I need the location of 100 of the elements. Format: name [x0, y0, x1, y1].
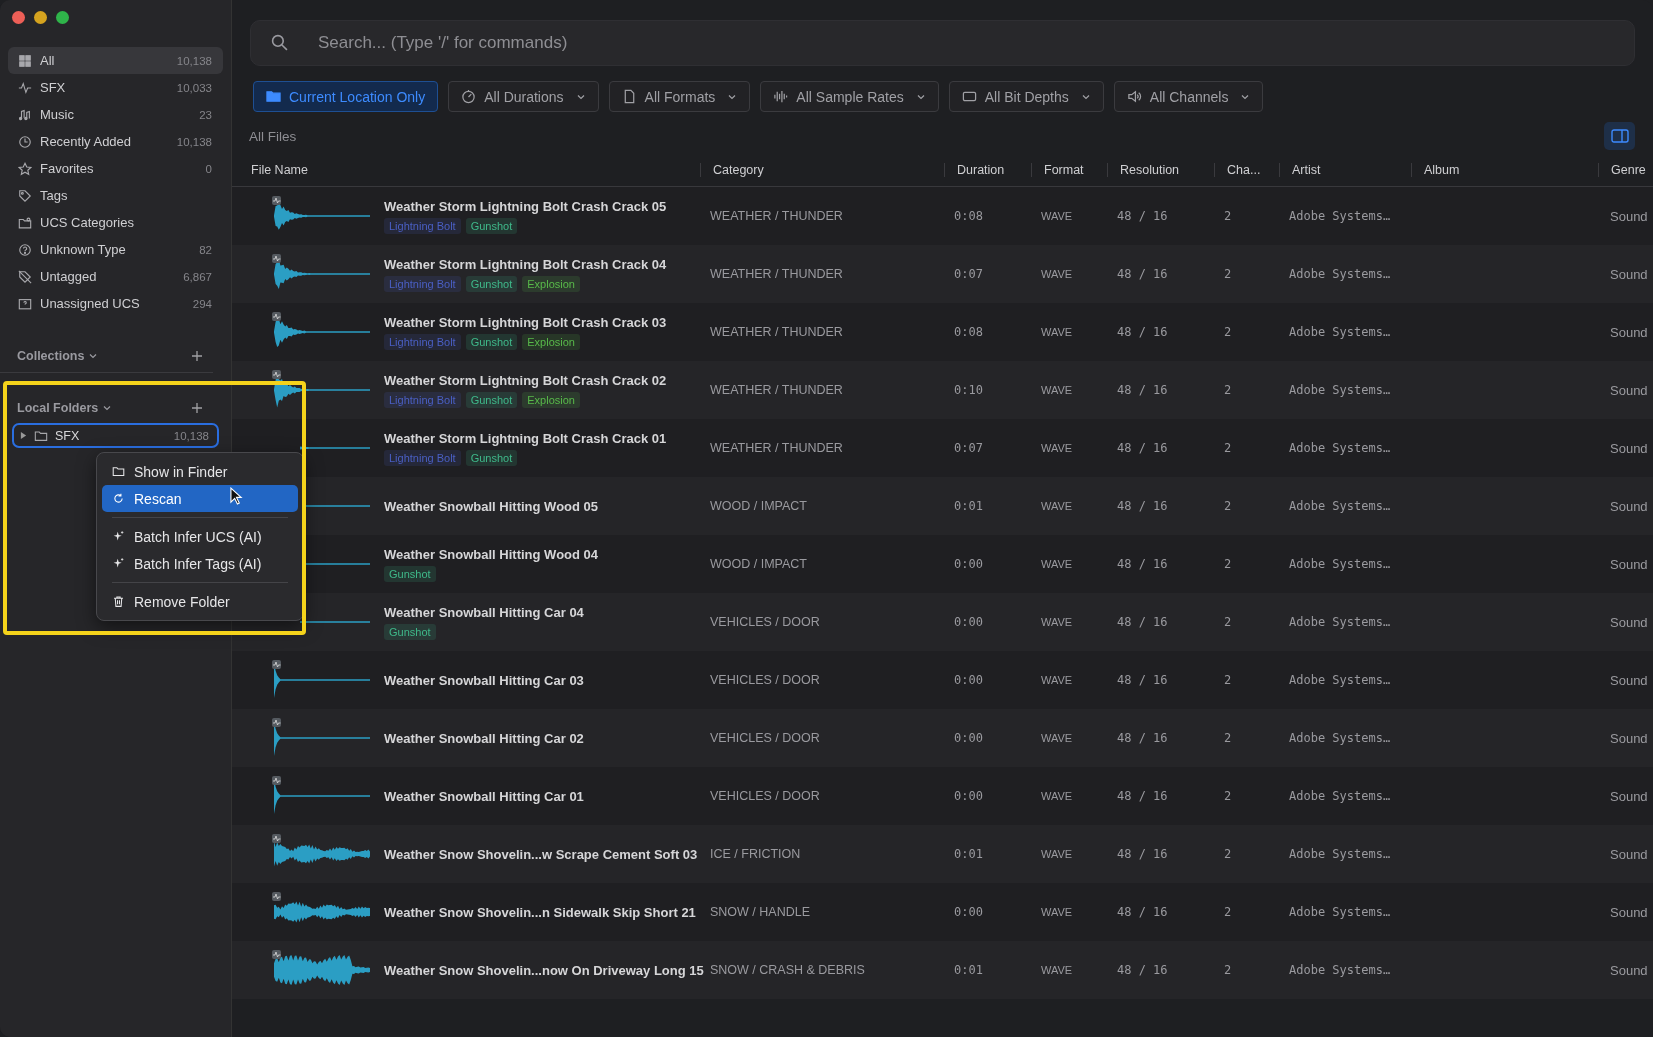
file-name: Weather Snow Shovelin...n Sidewalk Skip Short 21 — [384, 904, 696, 920]
table-cell-text: 2 — [1223, 789, 1233, 803]
table-cell-text: WAVE — [1040, 500, 1074, 512]
tag-chip: Gunshot — [465, 275, 518, 292]
filter-button[interactable]: All Durations — [448, 81, 599, 112]
filter-button[interactable]: All Channels — [1113, 81, 1264, 112]
sidebar-item[interactable]: Tags — [8, 182, 223, 209]
table-cell-text: 0:08 — [953, 209, 984, 223]
table-cell-text: WAVE — [1040, 268, 1074, 280]
table-cell-text: Adobe Systems… — [1288, 267, 1392, 281]
column-header[interactable]: Resolution — [1107, 163, 1214, 177]
minimize-window-button[interactable] — [34, 11, 47, 24]
table-cell-text: Sound — [1609, 788, 1649, 804]
file-name: Weather Storm Lightning Bolt Crash Crack 04 — [384, 256, 667, 272]
folder-question-icon — [18, 296, 32, 311]
table-cell-text: 0:00 — [953, 789, 984, 803]
sidebar-item[interactable]: Music 23 — [8, 101, 223, 128]
table-cell-text: 2 — [1223, 847, 1233, 861]
folder-icon — [112, 465, 125, 478]
table-cell-text: Adobe Systems… — [1288, 325, 1392, 339]
table-cell-text: 0:10 — [953, 383, 984, 397]
sparkle-icon — [112, 530, 125, 543]
menu-item[interactable]: Batch Infer Tags (AI) — [102, 550, 298, 577]
table-cell-text: Adobe Systems… — [1288, 383, 1392, 397]
column-header[interactable]: Artist — [1279, 163, 1411, 177]
table-cell-text: Sound — [1609, 846, 1649, 862]
table-cell-text: WEATHER / THUNDER — [709, 209, 844, 223]
table-cell-text: 48 / 16 — [1116, 209, 1169, 223]
menu-item[interactable]: Batch Infer UCS (AI) — [102, 523, 298, 550]
table-cell-text: 0:00 — [953, 615, 984, 629]
table-cell-text: 2 — [1223, 383, 1233, 397]
column-header[interactable]: File Name — [232, 163, 700, 177]
table-cell-text: 2 — [1223, 325, 1233, 339]
close-window-button[interactable] — [12, 11, 25, 24]
filter-button[interactable]: All Bit Depths — [948, 81, 1104, 112]
table-cell-text: 0:01 — [953, 499, 984, 513]
table-cell-text: Adobe Systems… — [1288, 731, 1392, 745]
menu-item[interactable]: Show in Finder — [102, 458, 298, 485]
question-icon — [18, 242, 32, 257]
sidebar-item[interactable]: Untagged 6,867 — [8, 263, 223, 290]
speaker-icon — [1126, 89, 1142, 104]
table-cell-text: 0:08 — [953, 325, 984, 339]
column-header[interactable]: Format — [1031, 163, 1107, 177]
table-cell-text: 2 — [1223, 209, 1233, 223]
table-cell-text: Adobe Systems… — [1288, 209, 1392, 223]
filter-button[interactable]: All Sample Rates — [760, 81, 939, 112]
file-name: Weather Snowball Hitting Car 02 — [384, 730, 584, 746]
file-name: Weather Storm Lightning Bolt Crash Crack 05 — [384, 198, 667, 214]
table-cell-text: 48 / 16 — [1116, 325, 1169, 339]
filter-button[interactable]: Current Location Only — [253, 81, 439, 112]
table-cell-text: WAVE — [1040, 674, 1074, 686]
sidebar-item[interactable]: SFX 10,033 — [8, 74, 223, 101]
table-cell-text: WAVE — [1040, 326, 1074, 338]
clock-icon — [18, 134, 32, 149]
sidebar-item[interactable]: Recently Added 10,138 — [8, 128, 223, 155]
folder-icon — [34, 428, 48, 443]
sidebar-item[interactable]: All 10,138 — [8, 47, 223, 74]
table-cell-text: 48 / 16 — [1116, 267, 1169, 281]
tag-icon — [18, 188, 32, 203]
tag-chip: Gunshot — [465, 449, 518, 466]
table-cell-text: WOOD / IMPACT — [709, 557, 808, 571]
tag-chip: Lightning Bolt — [384, 275, 461, 292]
add-icon[interactable] — [191, 350, 203, 362]
star-icon — [18, 161, 32, 176]
search-field[interactable]: Search... (Type '/' for commands) — [250, 20, 1635, 66]
file-name: Weather Snowball Hitting Wood 04 — [384, 546, 599, 562]
local-folders-header[interactable]: Local Folders — [17, 401, 113, 415]
sidebar-item[interactable]: Favorites 0 — [8, 155, 223, 182]
menu-item[interactable]: Rescan — [102, 485, 298, 512]
column-header[interactable]: Genre — [1598, 163, 1653, 177]
table-cell-text: 2 — [1223, 963, 1233, 977]
tag-chip: Explosion — [522, 275, 580, 292]
disclosure-icon[interactable] — [20, 432, 27, 439]
collections-header[interactable]: Collections — [17, 349, 99, 363]
table-cell-text: WAVE — [1040, 616, 1074, 628]
menu-item[interactable]: Remove Folder — [102, 588, 298, 615]
column-header[interactable]: Duration — [944, 163, 1031, 177]
sidebar-item[interactable]: Unassigned UCS 294 — [8, 290, 223, 317]
table-cell-text: WAVE — [1040, 906, 1074, 918]
filter-button[interactable]: All Formats — [608, 81, 751, 112]
add-icon[interactable] — [191, 402, 203, 414]
table-cell-text: 48 / 16 — [1116, 441, 1169, 455]
table-cell-text: 0:00 — [953, 905, 984, 919]
zoom-window-button[interactable] — [56, 11, 69, 24]
chevron-icon — [102, 403, 113, 413]
sidebar-item[interactable]: UCS Categories — [8, 209, 223, 236]
column-header[interactable]: Album — [1411, 163, 1598, 177]
tag-chip: Lightning Bolt — [384, 217, 461, 234]
sidebar-item[interactable]: Unknown Type 82 — [8, 236, 223, 263]
column-header[interactable]: Cha... — [1214, 163, 1279, 177]
table-cell-text: Sound — [1609, 672, 1649, 688]
table-cell-text: WAVE — [1040, 964, 1074, 976]
table-cell-text: Sound — [1609, 556, 1649, 572]
timer-icon — [461, 89, 477, 104]
sidebar-toggle-button[interactable] — [1604, 122, 1635, 150]
tag-chip: Lightning Bolt — [384, 391, 461, 408]
table-cell-text: Sound — [1609, 614, 1649, 630]
folder-item[interactable]: SFX 10,138 — [12, 423, 219, 448]
column-header[interactable]: Category — [700, 163, 944, 177]
table-cell-text: Adobe Systems… — [1288, 673, 1392, 687]
